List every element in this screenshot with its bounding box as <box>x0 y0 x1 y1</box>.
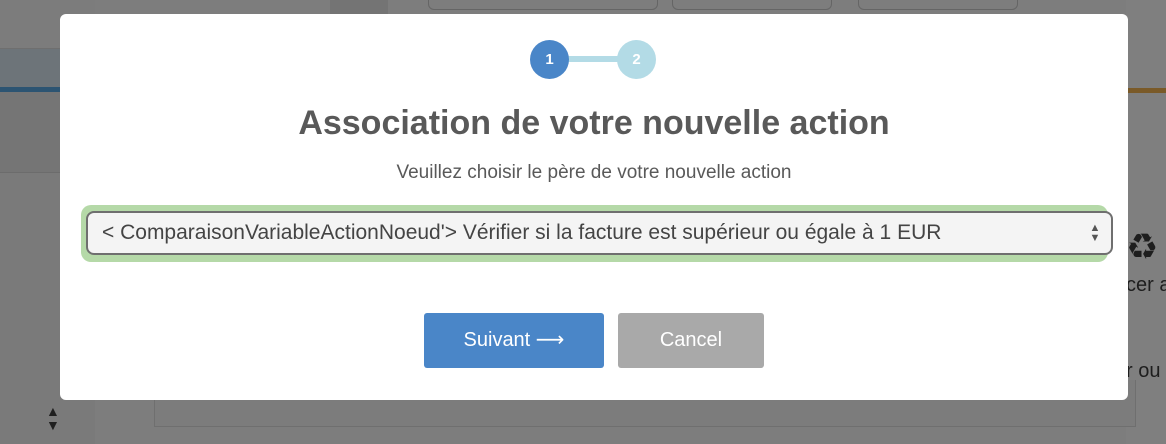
select-arrows-icon: ▲ ▼ <box>1089 222 1101 244</box>
background-top-pill <box>672 0 832 10</box>
modal-title: Association de votre nouvelle action <box>298 104 890 142</box>
background-accent-line <box>1126 88 1166 93</box>
recycle-icon: ♻ <box>1126 226 1159 267</box>
next-button[interactable]: Suivant ⟶ <box>424 313 604 368</box>
wizard-steps: 1 2 <box>530 40 658 80</box>
background-right-panel: ♻ cer a r ou <box>1126 0 1166 444</box>
association-modal: 1 2 Association de votre nouvelle action… <box>60 14 1128 400</box>
step-2-indicator: 2 <box>617 40 656 79</box>
sort-arrows-icon: ▲ ▼ <box>46 403 60 433</box>
parent-action-select[interactable]: < ComparaisonVariableActionNoeud'> Vérif… <box>86 211 1113 255</box>
parent-select-focus-ring: < ComparaisonVariableActionNoeud'> Vérif… <box>81 205 1113 262</box>
background-top-pill <box>858 0 1018 10</box>
background-top-pill <box>428 0 658 10</box>
cancel-button[interactable]: Cancel <box>618 313 764 368</box>
step-1-indicator: 1 <box>530 40 569 79</box>
modal-subtitle: Veuillez choisir le père de votre nouvel… <box>396 162 792 183</box>
parent-action-select-value: < ComparaisonVariableActionNoeud'> Vérif… <box>102 221 942 244</box>
background-text: cer a <box>1126 274 1166 296</box>
step-connector <box>566 56 622 62</box>
